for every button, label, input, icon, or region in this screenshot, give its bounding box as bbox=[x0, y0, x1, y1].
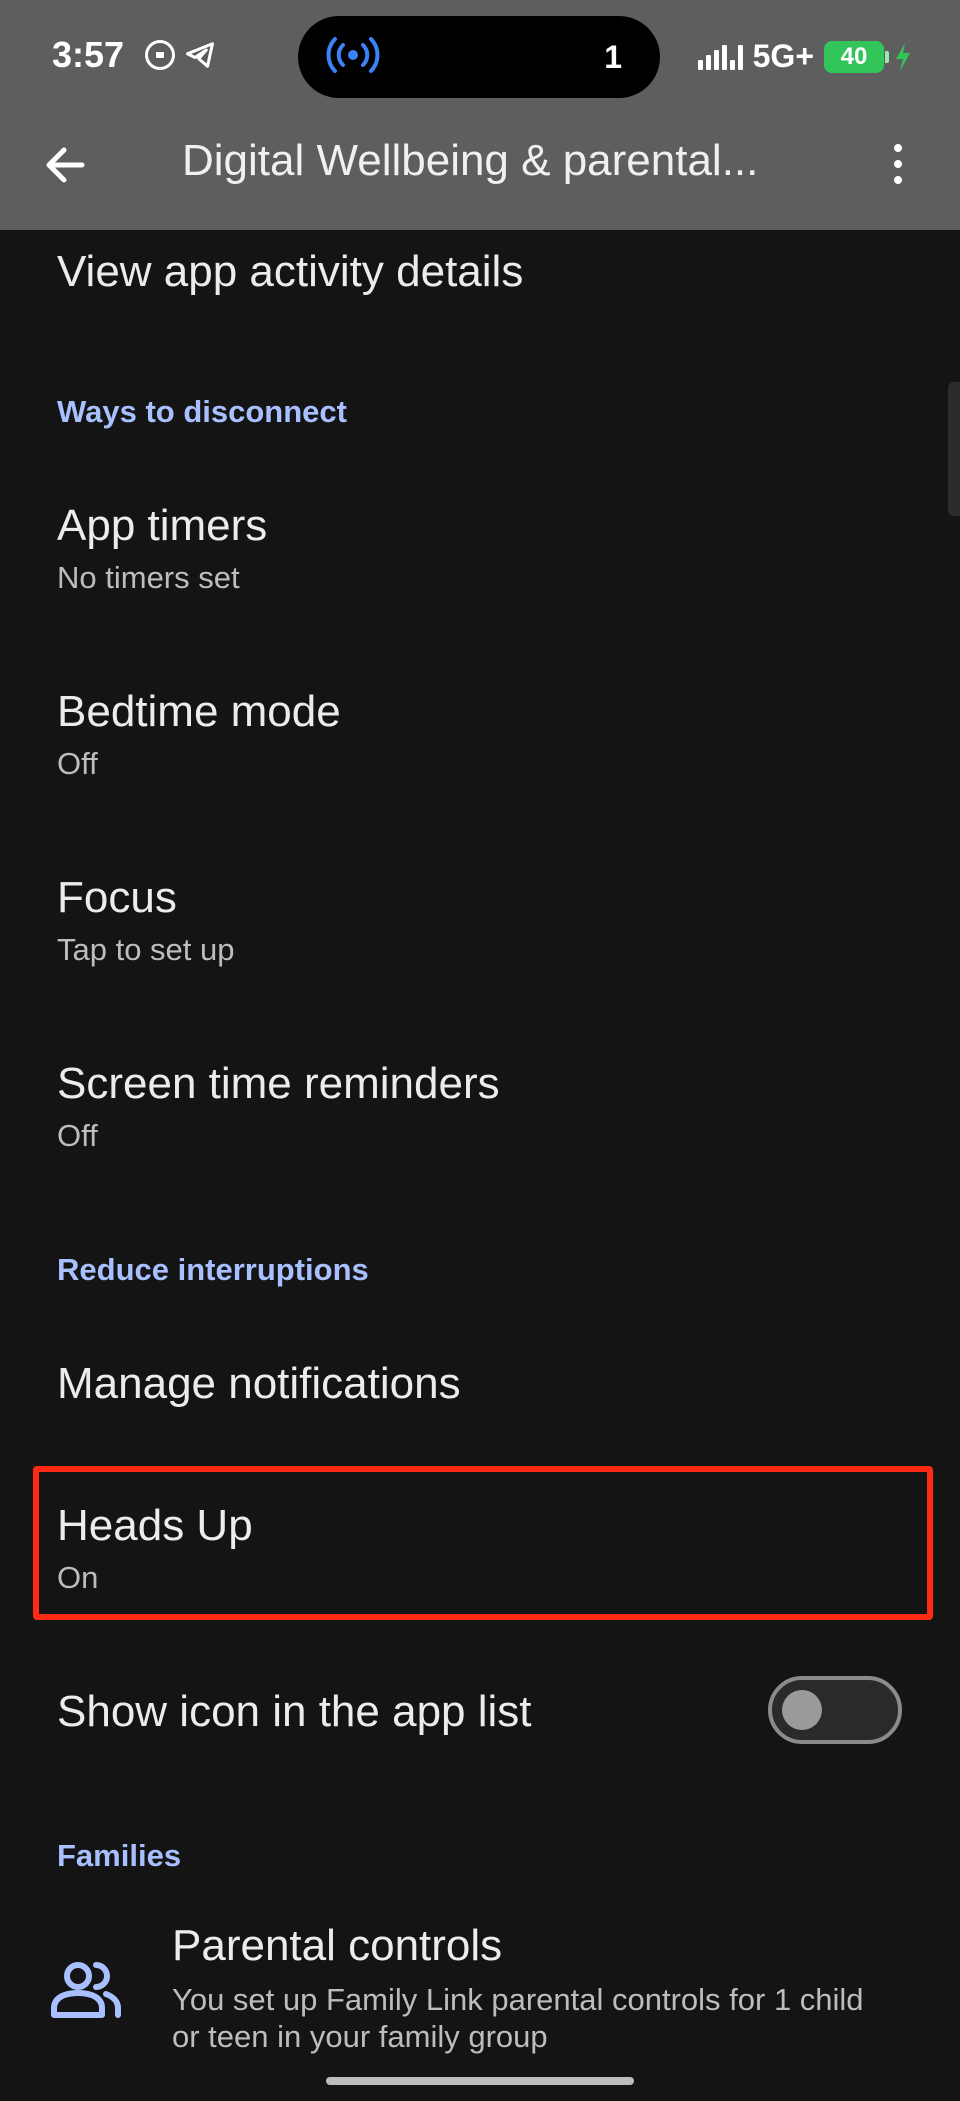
item-subtitle: No timers set bbox=[57, 559, 240, 595]
battery-level: 40 bbox=[840, 42, 868, 70]
back-arrow-icon[interactable] bbox=[40, 140, 90, 190]
item-title: Bedtime mode bbox=[57, 687, 341, 736]
hotspot-icon bbox=[326, 35, 380, 80]
status-notification-icons bbox=[145, 40, 215, 70]
item-title: Show icon in the app list bbox=[57, 1687, 532, 1736]
bedtime-mode-item[interactable]: Bedtime mode Off bbox=[57, 686, 341, 782]
show-icon-toggle[interactable] bbox=[768, 1676, 902, 1744]
item-subtitle: Tap to set up bbox=[57, 931, 235, 967]
section-header-ways-to-disconnect: Ways to disconnect bbox=[57, 394, 347, 429]
section-header-reduce-interruptions: Reduce interruptions bbox=[57, 1252, 369, 1287]
item-subtitle: You set up Family Link parental controls… bbox=[172, 1981, 864, 2054]
family-icon bbox=[48, 1960, 124, 2020]
item-subtitle: Off bbox=[57, 1117, 98, 1153]
item-title: Parental controls bbox=[172, 1921, 503, 1970]
section-header-families: Families bbox=[57, 1838, 182, 1873]
screen-time-reminders-item[interactable]: Screen time reminders Off bbox=[57, 1058, 500, 1154]
manage-notifications-item[interactable]: Manage notifications bbox=[57, 1358, 461, 1411]
signal-icon bbox=[697, 44, 743, 70]
dynamic-island[interactable]: 1 bbox=[298, 16, 660, 98]
charging-icon bbox=[894, 42, 912, 72]
telegram-icon bbox=[185, 40, 215, 70]
screen: 3:57 1 5G+ 40 Digital Wellbeing & parent… bbox=[0, 0, 960, 2101]
parental-controls-item[interactable]: Parental controls You set up Family Link… bbox=[172, 1920, 892, 2055]
top-bar: 3:57 1 5G+ 40 Digital Wellbeing & parent… bbox=[0, 0, 960, 230]
notification-count: 1 bbox=[604, 38, 622, 75]
heads-up-item[interactable]: Heads Up On bbox=[57, 1500, 253, 1596]
page-title: Digital Wellbeing & parental... bbox=[182, 136, 759, 185]
network-type: 5G+ bbox=[752, 38, 814, 74]
item-title: Screen time reminders bbox=[57, 1059, 500, 1108]
item-title: View app activity details bbox=[57, 247, 524, 296]
item-title: Manage notifications bbox=[57, 1359, 461, 1408]
home-indicator[interactable] bbox=[326, 2077, 634, 2085]
item-title: Heads Up bbox=[57, 1501, 253, 1550]
battery-icon: 40 bbox=[824, 40, 889, 73]
focus-item[interactable]: Focus Tap to set up bbox=[57, 872, 235, 968]
status-time: 3:57 bbox=[52, 34, 125, 75]
show-icon-item[interactable]: Show icon in the app list bbox=[57, 1686, 532, 1739]
scrollbar[interactable] bbox=[948, 382, 960, 516]
more-options-icon[interactable] bbox=[880, 138, 916, 190]
camera-app-icon bbox=[145, 40, 175, 70]
item-title: App timers bbox=[57, 501, 268, 550]
item-title: Focus bbox=[57, 873, 177, 922]
view-app-activity-item[interactable]: View app activity details bbox=[57, 246, 523, 299]
item-subtitle: Off bbox=[57, 745, 98, 781]
app-timers-item[interactable]: App timers No timers set bbox=[57, 500, 267, 596]
toggle-knob bbox=[782, 1690, 822, 1730]
item-subtitle: On bbox=[57, 1559, 99, 1595]
status-right: 5G+ 40 bbox=[697, 38, 912, 75]
